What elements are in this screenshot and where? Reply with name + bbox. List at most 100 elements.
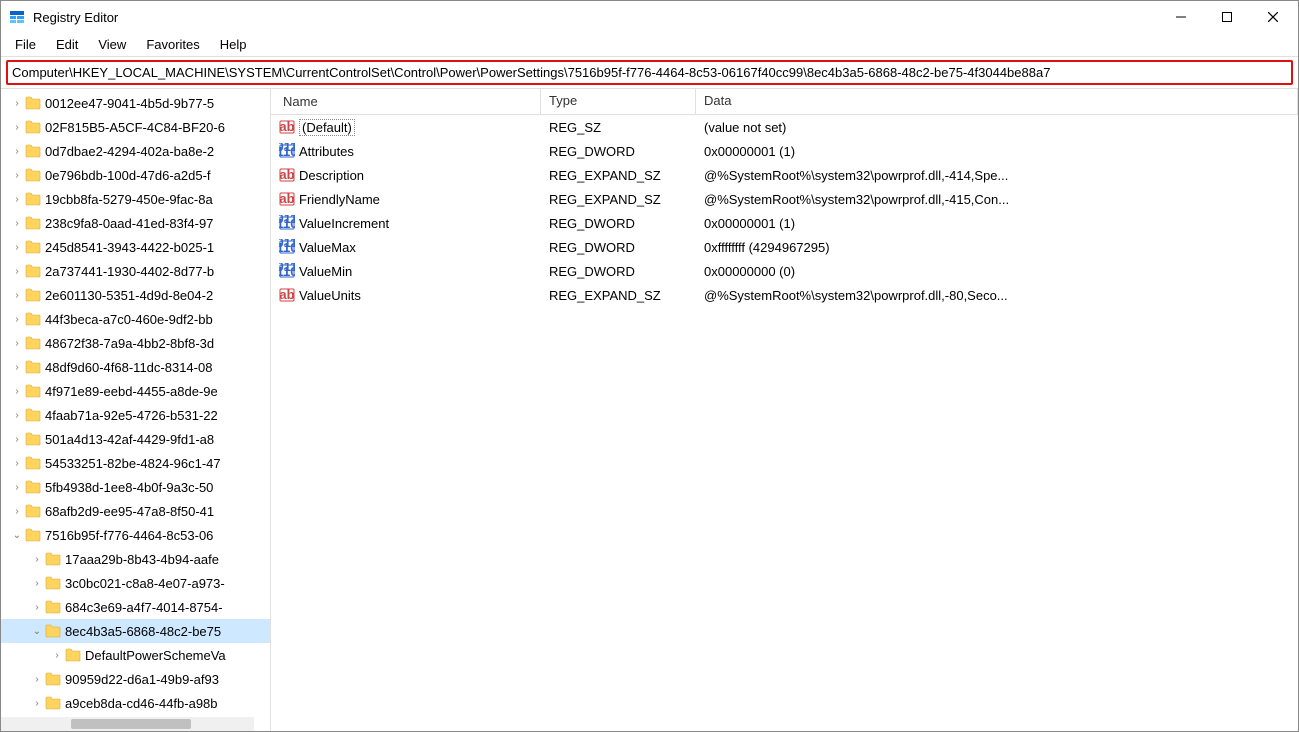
tree-item-label: 0012ee47-9041-4b5d-9b77-5 [45, 96, 214, 111]
titlebar[interactable]: Registry Editor [1, 1, 1298, 33]
tree-item[interactable]: ›19cbb8fa-5279-450e-9fac-8a [1, 187, 270, 211]
chevron-right-icon[interactable]: › [9, 314, 25, 325]
tree-item-label: 0d7dbae2-4294-402a-ba8e-2 [45, 144, 214, 159]
tree-item[interactable]: ›4faab71a-92e5-4726-b531-22 [1, 403, 270, 427]
tree-item-label: 2e601130-5351-4d9d-8e04-2 [45, 288, 213, 303]
chevron-down-icon[interactable]: ⌄ [9, 530, 25, 541]
chevron-right-icon[interactable]: › [9, 122, 25, 133]
regedit-icon [9, 9, 25, 25]
chevron-right-icon[interactable]: › [9, 290, 25, 301]
value-row[interactable]: ValueIncrementREG_DWORD0x00000001 (1) [271, 211, 1298, 235]
tree-item[interactable]: ›a9ceb8da-cd46-44fb-a98b [1, 691, 270, 715]
value-name: FriendlyName [299, 192, 380, 207]
tree-item-label: 4f971e89-eebd-4455-a8de-9e [45, 384, 218, 399]
chevron-right-icon[interactable]: › [9, 170, 25, 181]
chevron-right-icon[interactable]: › [29, 698, 45, 709]
chevron-right-icon[interactable]: › [9, 386, 25, 397]
chevron-right-icon[interactable]: › [9, 338, 25, 349]
column-headers[interactable]: Name Type Data [271, 89, 1298, 115]
tree-item[interactable]: ⌄8ec4b3a5-6868-48c2-be75 [1, 619, 270, 643]
chevron-right-icon[interactable]: › [9, 506, 25, 517]
menu-help[interactable]: Help [210, 34, 257, 55]
value-row[interactable]: (Default)REG_SZ(value not set) [271, 115, 1298, 139]
chevron-right-icon[interactable]: › [9, 410, 25, 421]
tree-item[interactable]: ›DefaultPowerSchemeVa [1, 643, 270, 667]
value-type: REG_EXPAND_SZ [541, 168, 696, 183]
value-name: Attributes [299, 144, 354, 159]
chevron-right-icon[interactable]: › [9, 218, 25, 229]
folder-icon [25, 144, 41, 158]
tree-item[interactable]: ›90959d22-d6a1-49b9-af93 [1, 667, 270, 691]
address-input[interactable] [6, 60, 1293, 85]
column-header-type[interactable]: Type [541, 89, 696, 114]
tree-item[interactable]: ›02F815B5-A5CF-4C84-BF20-6 [1, 115, 270, 139]
tree-pane[interactable]: › 0012ee47-9041-4b5d-9b77-5 ›02F815B5-A5CF… [1, 89, 271, 731]
tree-item[interactable]: › 2e601130-5351-4d9d-8e04-2 [1, 283, 270, 307]
folder-icon [25, 528, 41, 542]
tree-item[interactable]: › 4f971e89-eebd-4455-a8de-9e [1, 379, 270, 403]
folder-icon [25, 216, 41, 230]
chevron-right-icon[interactable]: › [29, 578, 45, 589]
tree-item[interactable]: ›48672f38-7a9a-4bb2-8bf8-3d [1, 331, 270, 355]
value-row[interactable]: ValueMaxREG_DWORD0xffffffff (4294967295) [271, 235, 1298, 259]
value-row[interactable]: DescriptionREG_EXPAND_SZ@%SystemRoot%\sy… [271, 163, 1298, 187]
tree-item[interactable]: › 0d7dbae2-4294-402a-ba8e-2 [1, 139, 270, 163]
string-value-icon [279, 167, 295, 183]
folder-icon [45, 576, 61, 590]
column-header-name[interactable]: Name [271, 89, 541, 114]
chevron-right-icon[interactable]: › [9, 458, 25, 469]
value-type: REG_DWORD [541, 264, 696, 279]
chevron-right-icon[interactable]: › [9, 146, 25, 157]
value-row[interactable]: AttributesREG_DWORD0x00000001 (1) [271, 139, 1298, 163]
value-row[interactable]: FriendlyNameREG_EXPAND_SZ@%SystemRoot%\s… [271, 187, 1298, 211]
chevron-right-icon[interactable]: › [29, 674, 45, 685]
chevron-right-icon[interactable]: › [9, 434, 25, 445]
window-title: Registry Editor [33, 10, 1158, 25]
value-row[interactable]: ValueMinREG_DWORD0x00000000 (0) [271, 259, 1298, 283]
chevron-right-icon[interactable]: › [9, 266, 25, 277]
tree-item[interactable]: › 17aaa29b-8b43-4b94-aafe [1, 547, 270, 571]
menu-edit[interactable]: Edit [46, 34, 88, 55]
tree-item-label: 17aaa29b-8b43-4b94-aafe [65, 552, 219, 567]
maximize-button[interactable] [1204, 2, 1250, 32]
tree-item[interactable]: ›245d8541-3943-4422-b025-1 [1, 235, 270, 259]
values-pane: Name Type Data (Default)REG_SZ(value not… [271, 89, 1298, 731]
tree-item[interactable]: ›68afb2d9-ee95-47a8-8f50-41 [1, 499, 270, 523]
folder-icon [25, 504, 41, 518]
chevron-right-icon[interactable]: › [9, 242, 25, 253]
chevron-right-icon[interactable]: › [9, 194, 25, 205]
chevron-right-icon[interactable]: › [29, 554, 45, 565]
folder-icon [25, 96, 41, 110]
tree-item[interactable]: ›501a4d13-42af-4429-9fd1-a8 [1, 427, 270, 451]
chevron-right-icon[interactable]: › [9, 482, 25, 493]
column-header-data[interactable]: Data [696, 89, 1298, 114]
chevron-right-icon[interactable]: › [9, 98, 25, 109]
close-button[interactable] [1250, 2, 1296, 32]
chevron-right-icon[interactable]: › [9, 362, 25, 373]
value-row[interactable]: ValueUnitsREG_EXPAND_SZ@%SystemRoot%\sys… [271, 283, 1298, 307]
tree-item[interactable]: ›54533251-82be-4824-96c1-47 [1, 451, 270, 475]
tree-item[interactable]: ⌄7516b95f-f776-4464-8c53-06 [1, 523, 270, 547]
chevron-right-icon[interactable]: › [29, 602, 45, 613]
horizontal-scrollbar[interactable] [1, 717, 254, 731]
tree-item[interactable]: ›684c3e69-a4f7-4014-8754- [1, 595, 270, 619]
tree-item[interactable]: › 3c0bc021-c8a8-4e07-a973- [1, 571, 270, 595]
tree-item[interactable]: ›0e796bdb-100d-47d6-a2d5-f [1, 163, 270, 187]
tree-item[interactable]: ›48df9d60-4f68-11dc-8314-08 [1, 355, 270, 379]
values-list[interactable]: (Default)REG_SZ(value not set)Attributes… [271, 115, 1298, 731]
chevron-down-icon[interactable]: ⌄ [29, 626, 45, 637]
tree-item-label: 3c0bc021-c8a8-4e07-a973- [65, 576, 225, 591]
folder-icon [25, 168, 41, 182]
menu-file[interactable]: File [5, 34, 46, 55]
chevron-right-icon[interactable]: › [49, 650, 65, 661]
folder-icon [25, 312, 41, 326]
menu-view[interactable]: View [88, 34, 136, 55]
menu-favorites[interactable]: Favorites [136, 34, 209, 55]
tree-item[interactable]: ›5fb4938d-1ee8-4b0f-9a3c-50 [1, 475, 270, 499]
minimize-button[interactable] [1158, 2, 1204, 32]
tree-item[interactable]: ›2a737441-1930-4402-8d77-b [1, 259, 270, 283]
tree-item[interactable]: › 0012ee47-9041-4b5d-9b77-5 [1, 91, 270, 115]
tree-item[interactable]: ›238c9fa8-0aad-41ed-83f4-97 [1, 211, 270, 235]
tree-item[interactable]: ›44f3beca-a7c0-460e-9df2-bb [1, 307, 270, 331]
binary-value-icon [279, 239, 295, 255]
